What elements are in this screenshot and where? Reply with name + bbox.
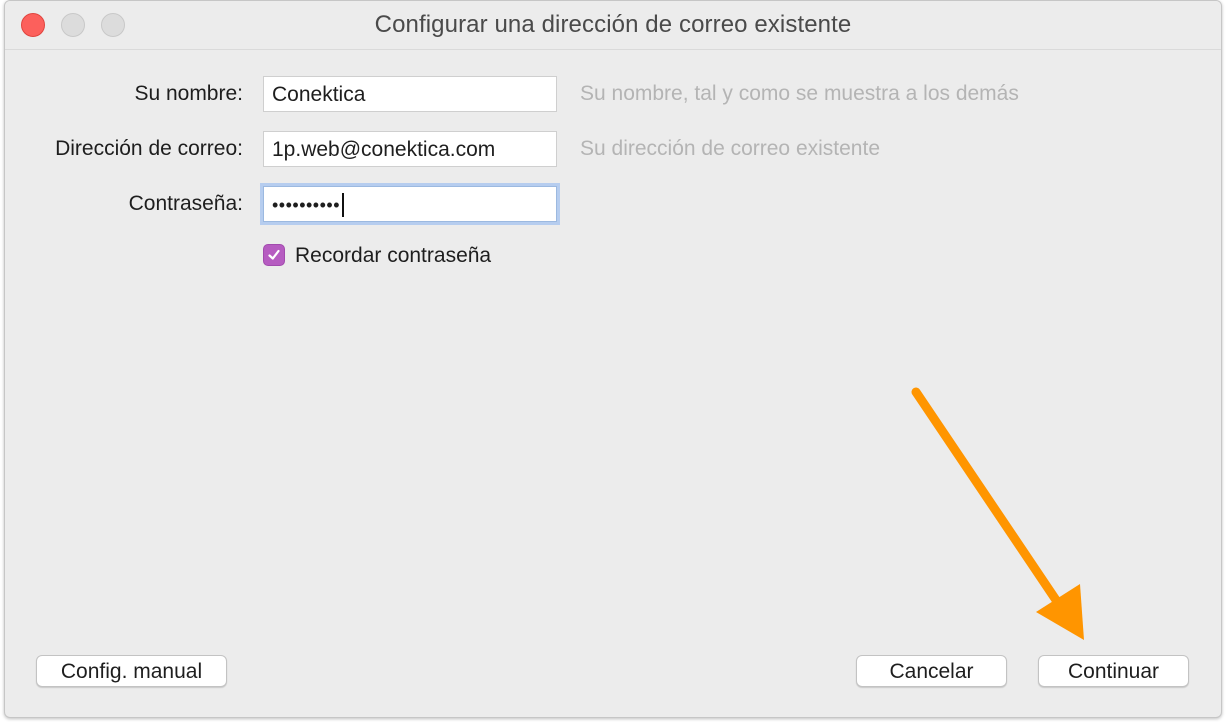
annotation-arrow-icon	[911, 387, 1084, 640]
